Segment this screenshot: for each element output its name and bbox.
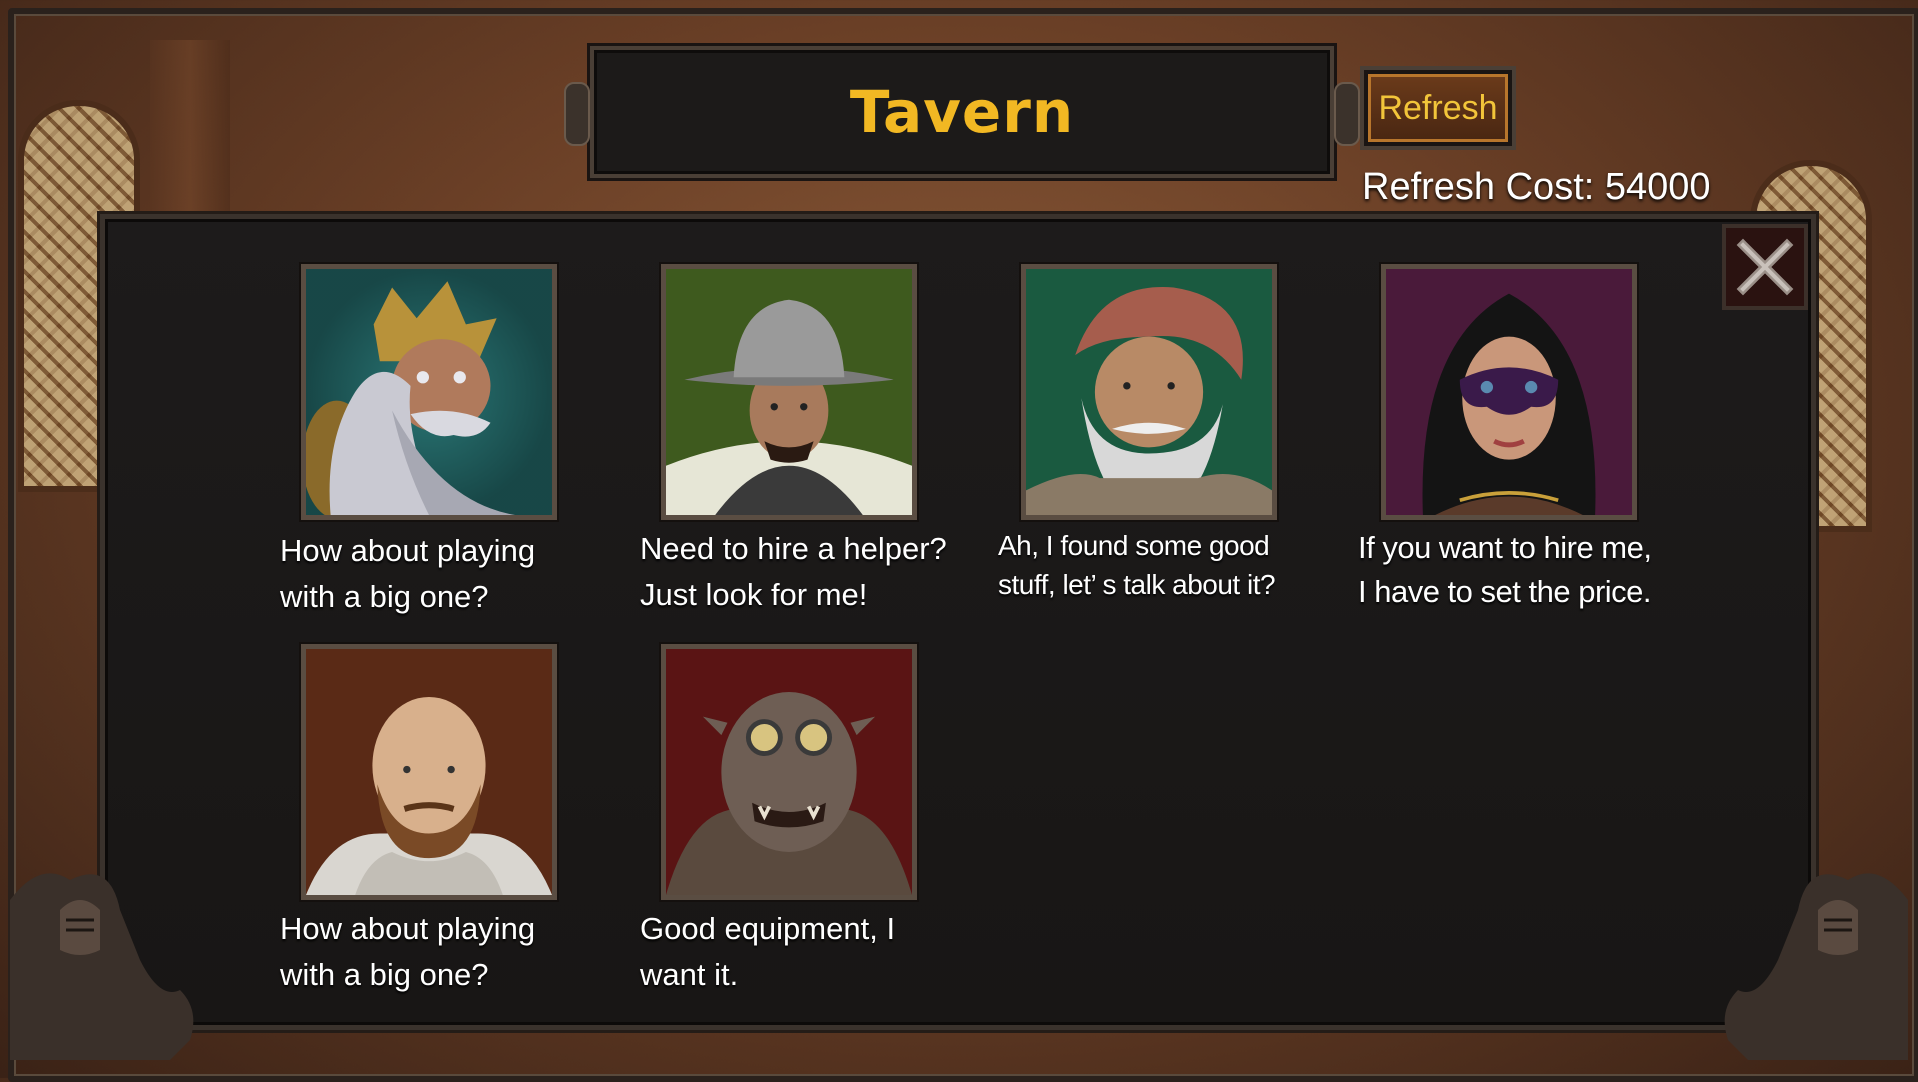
bald-monk-portrait-icon bbox=[306, 649, 552, 895]
close-button[interactable] bbox=[1722, 224, 1808, 310]
hero-portrait[interactable] bbox=[301, 264, 557, 520]
hero-quote: How about playing with a big one? bbox=[280, 911, 536, 992]
knight-ornament-right bbox=[1718, 840, 1918, 1060]
hero-quote: Good equipment, I want it. bbox=[640, 911, 896, 992]
hero-portrait[interactable] bbox=[661, 264, 917, 520]
soldier-portrait-icon bbox=[666, 269, 912, 515]
hero-quote: Need to hire a helper? Just look for me! bbox=[640, 531, 947, 612]
turban-elder-portrait-icon bbox=[1026, 269, 1272, 515]
hero-card[interactable]: Ah, I found some good stuff, let’ s talk… bbox=[998, 264, 1328, 624]
hero-portrait[interactable] bbox=[301, 644, 557, 900]
title-bar: Tavern bbox=[564, 46, 1360, 178]
hero-card[interactable]: How about playing with a big one? bbox=[280, 264, 580, 624]
hero-card[interactable]: Need to hire a helper? Just look for me! bbox=[640, 264, 960, 624]
title-ornament-right bbox=[1334, 82, 1360, 146]
hero-card[interactable]: Good equipment, I want it. bbox=[640, 644, 960, 1004]
hero-quote: Ah, I found some good stuff, let’ s talk… bbox=[998, 530, 1276, 600]
refresh-cost: Refresh Cost: 54000 bbox=[1362, 166, 1711, 208]
hero-card[interactable]: If you want to hire me, I have to set th… bbox=[1358, 264, 1688, 624]
background-pillar-left bbox=[150, 40, 230, 220]
title-ornament-left bbox=[564, 82, 590, 146]
knight-statue-icon bbox=[10, 873, 194, 1060]
hero-portrait[interactable] bbox=[1021, 264, 1277, 520]
knight-ornament-left bbox=[0, 840, 200, 1060]
hero-card[interactable]: How about playing with a big one? bbox=[280, 644, 580, 1004]
dwarf-king-portrait-icon bbox=[306, 269, 552, 515]
refresh-button[interactable]: Refresh bbox=[1360, 66, 1516, 150]
hero-quote: If you want to hire me, I have to set th… bbox=[1358, 530, 1652, 609]
knight-statue-icon bbox=[1724, 873, 1908, 1060]
hero-portrait[interactable] bbox=[1381, 264, 1637, 520]
hero-portrait[interactable] bbox=[661, 644, 917, 900]
page-title: Tavern bbox=[849, 78, 1075, 146]
refresh-button-label: Refresh bbox=[1368, 74, 1508, 142]
goggled-orc-portrait-icon bbox=[666, 649, 912, 895]
hero-quote: How about playing with a big one? bbox=[280, 533, 536, 614]
close-icon bbox=[1736, 238, 1794, 296]
masked-woman-portrait-icon bbox=[1386, 269, 1632, 515]
